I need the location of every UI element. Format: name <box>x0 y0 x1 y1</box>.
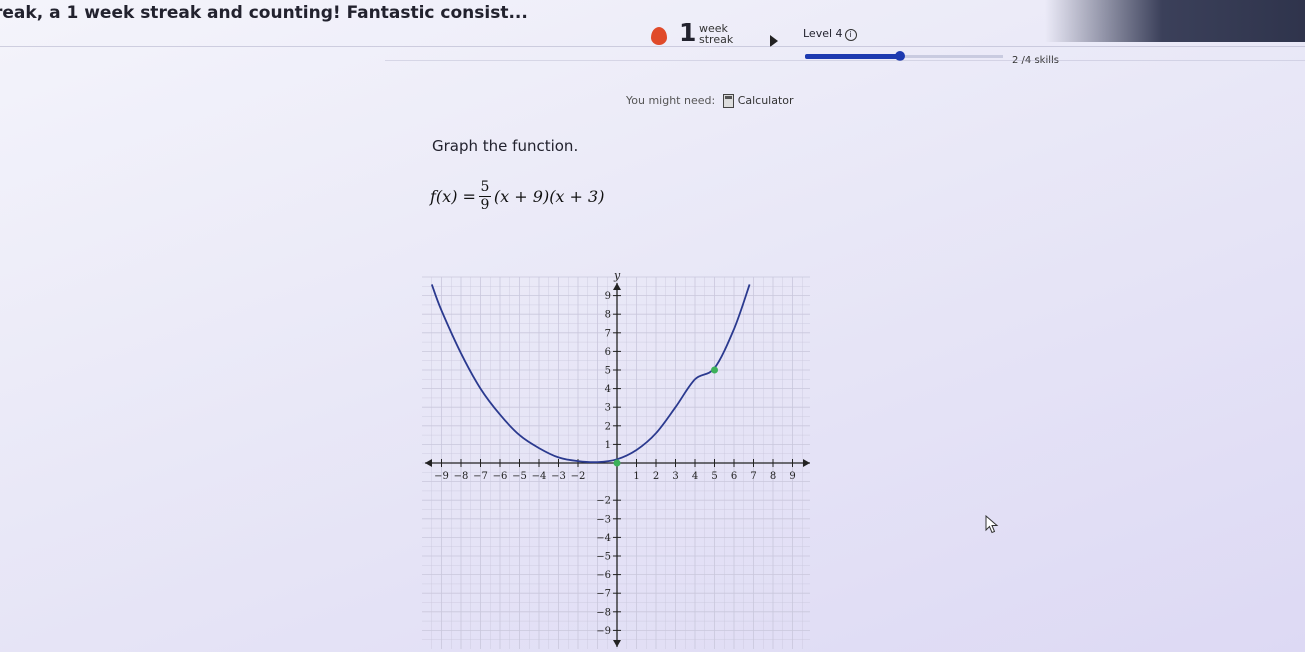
tools-hint: You might need: Calculator <box>626 94 794 108</box>
graph-point[interactable] <box>613 459 621 467</box>
level-progress-bar <box>805 51 1003 61</box>
x-tick-label: 8 <box>770 471 776 482</box>
x-tick-label: 3 <box>672 471 678 482</box>
y-tick-label: 1 <box>605 440 611 451</box>
x-tick-label: 7 <box>750 471 756 482</box>
x-tick-label: 5 <box>711 471 717 482</box>
calculator-icon <box>722 94 734 108</box>
formula-lhs: f(x) = <box>430 187 476 206</box>
x-tick-label: −9 <box>434 471 449 482</box>
y-tick-label: −9 <box>596 626 611 637</box>
y-tick-label: 3 <box>605 403 611 414</box>
x-tick-label: 2 <box>653 471 659 482</box>
fraction-numerator: 5 <box>480 179 490 195</box>
x-tick-label: −2 <box>571 471 586 482</box>
axes: xy <box>425 269 810 647</box>
calculator-label: Calculator <box>737 94 794 107</box>
window-corner <box>1045 0 1305 42</box>
y-tick-label: 7 <box>605 328 611 339</box>
y-tick-label: −4 <box>596 533 611 544</box>
question-prompt: Graph the function. <box>432 137 579 155</box>
formula-rhs: (x + 9)(x + 3) <box>493 187 605 206</box>
info-icon[interactable]: i <box>844 29 857 41</box>
streak-unit: week streak <box>699 23 733 45</box>
mouse-cursor-icon <box>985 515 999 534</box>
y-tick-label: −2 <box>596 496 611 507</box>
y-tick-label: 4 <box>605 384 611 395</box>
y-axis-label: y <box>613 269 621 282</box>
x-tick-label: −3 <box>551 471 566 482</box>
function-formula: f(x) = 5 9 (x + 9)(x + 3) <box>430 180 604 213</box>
streak-unit-streak: streak <box>699 33 734 46</box>
coordinate-plane[interactable]: xy −9 −8 −7 −6 −5 −4 −3 −2 1 2 3 4 5 6 7 8 9 −9 −8 −7 −6 −5 −4… <box>410 248 810 652</box>
divider <box>385 60 1305 61</box>
y-tick-label: 8 <box>605 310 611 321</box>
y-tick-label: −7 <box>596 589 611 600</box>
y-tick-label: −6 <box>596 570 611 581</box>
divider <box>0 46 1305 47</box>
flame-icon <box>651 27 667 45</box>
x-tick-label: 1 <box>633 471 639 482</box>
fraction-denominator: 9 <box>480 197 490 213</box>
y-tick-label: −3 <box>596 514 611 525</box>
graph-point[interactable] <box>711 366 718 374</box>
x-tick-label: −4 <box>532 471 547 482</box>
x-tick-label: −5 <box>512 471 527 482</box>
calculator-link[interactable]: Calculator <box>719 94 794 108</box>
streak-banner: reak, a 1 week streak and counting! Fant… <box>0 3 528 23</box>
need-label: You might need: <box>626 94 716 107</box>
x-tick-label: 9 <box>789 471 795 482</box>
graph-curve <box>430 284 751 464</box>
parabola-curve <box>430 284 751 464</box>
y-tick-label: 5 <box>605 366 611 377</box>
level-label: Level 4 <box>803 27 843 40</box>
level-indicator[interactable]: Level 4i <box>803 27 857 41</box>
x-tick-label: −8 <box>454 471 469 482</box>
streak-number: 1 <box>679 18 697 47</box>
x-tick-label: 6 <box>731 471 737 482</box>
top-bar: reak, a 1 week streak and counting! Fant… <box>0 0 1305 66</box>
y-tick-label: −8 <box>596 607 611 618</box>
formula-fraction: 5 9 <box>478 179 491 213</box>
x-tick-label: −7 <box>473 471 488 482</box>
y-axis-down-arrow <box>613 640 621 647</box>
y-tick-label: −5 <box>596 552 611 563</box>
x-tick-label: −6 <box>493 471 508 482</box>
progress-fill <box>805 54 901 59</box>
x-axis-right-arrow <box>803 459 810 467</box>
y-tick-label: 9 <box>605 291 611 302</box>
y-tick-label: 2 <box>605 421 611 432</box>
x-axis-left-arrow <box>425 459 432 467</box>
x-tick-label: 4 <box>692 471 698 482</box>
y-tick-label: 6 <box>605 347 611 358</box>
